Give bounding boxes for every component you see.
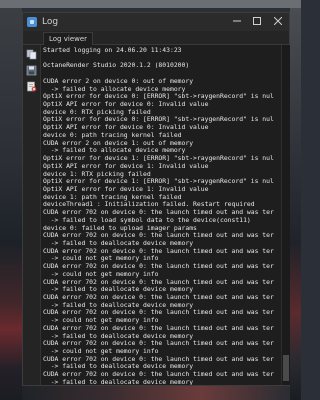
log-line: Started logging on 24.06.20 11:43:23 bbox=[43, 46, 182, 54]
window-title: Log bbox=[42, 17, 59, 27]
log-text-area[interactable]: Started logging on 24.06.20 11:43:23 Octa… bbox=[41, 45, 281, 385]
copy-button[interactable] bbox=[26, 49, 37, 60]
save-button[interactable] bbox=[26, 65, 37, 76]
log-lines: Started logging on 24.06.20 11:43:23 Octa… bbox=[41, 45, 281, 385]
log-toolbar bbox=[23, 45, 41, 385]
copy-icon bbox=[26, 49, 37, 60]
vertical-scrollbar[interactable] bbox=[281, 45, 290, 385]
minimize-button[interactable] bbox=[227, 13, 247, 31]
close-icon bbox=[273, 16, 283, 28]
app-icon bbox=[27, 17, 37, 27]
scrollbar-thumb[interactable] bbox=[283, 355, 289, 381]
clear-log-icon bbox=[26, 81, 37, 92]
background-scene-right bbox=[290, 8, 301, 400]
log-line: -> failed to deallocate device memory bbox=[43, 377, 194, 385]
minimize-icon bbox=[233, 17, 241, 28]
save-icon bbox=[26, 65, 37, 76]
background-scene-left bbox=[0, 8, 22, 400]
title-bar[interactable]: Log bbox=[23, 13, 289, 31]
log-line: OctaneRender Studio 2020.1.2 (8010200) bbox=[43, 61, 190, 70]
maximize-button[interactable] bbox=[247, 13, 267, 31]
background-scene-bottom bbox=[22, 386, 290, 400]
clear-log-button[interactable] bbox=[26, 81, 37, 92]
tab-log-viewer[interactable]: Log viewer bbox=[43, 32, 94, 45]
maximize-icon bbox=[253, 16, 261, 28]
close-button[interactable] bbox=[267, 13, 289, 31]
tab-bar: Log viewer bbox=[23, 31, 289, 45]
log-window: Log Log viewer Started logging on 24.06.… bbox=[22, 12, 290, 386]
background-scene-top bbox=[0, 0, 301, 8]
